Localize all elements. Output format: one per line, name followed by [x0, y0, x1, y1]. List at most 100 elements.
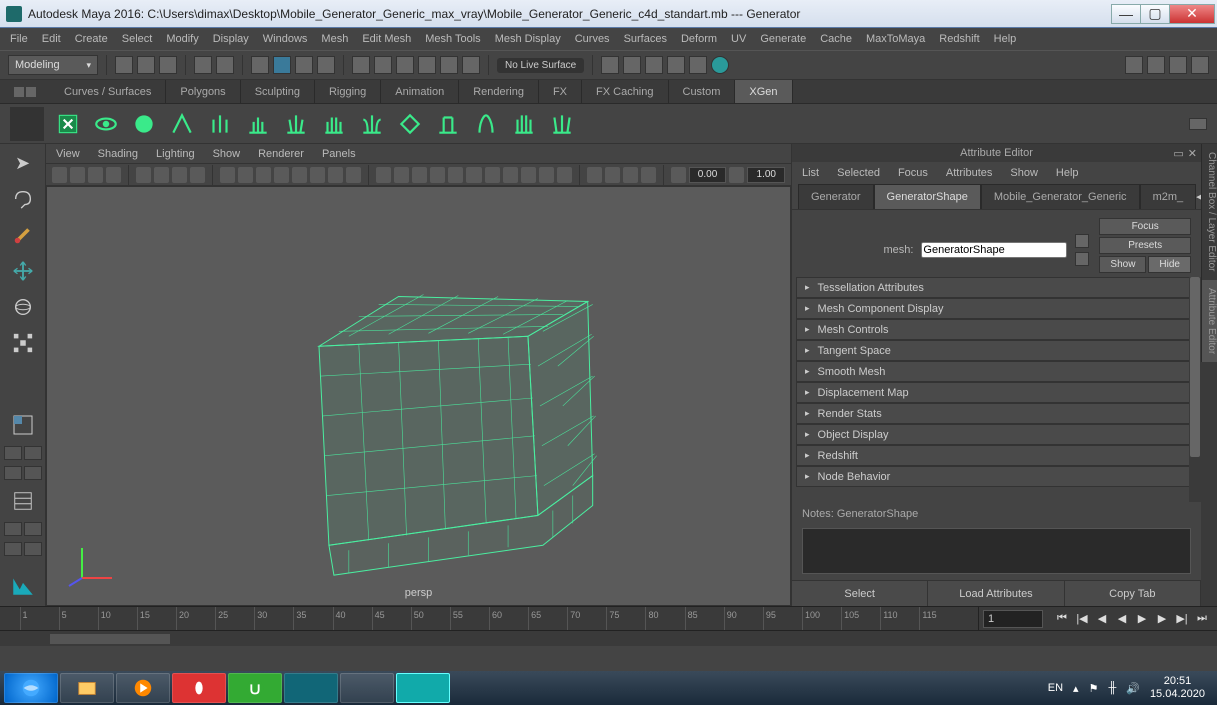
scale-tool-icon[interactable] [7, 328, 39, 358]
step-forward-key-icon[interactable]: ▶| [1173, 610, 1191, 628]
vp-icon[interactable] [557, 167, 572, 183]
select-button[interactable]: Select [792, 581, 928, 606]
shelf-menu-icon[interactable] [26, 87, 36, 97]
taskbar-app-ie[interactable] [4, 673, 58, 703]
vp-icon[interactable] [521, 167, 536, 183]
panel-layout-icon[interactable] [1125, 56, 1143, 74]
panel-layout-icon[interactable] [1169, 56, 1187, 74]
viewport[interactable]: persp [46, 186, 791, 606]
vp-icon[interactable] [106, 167, 121, 183]
menu-item[interactable]: Deform [681, 33, 717, 45]
ae-menu-item[interactable]: Selected [837, 167, 880, 179]
vp-icon[interactable] [394, 167, 409, 183]
hide-button[interactable]: Hide [1148, 256, 1191, 273]
ae-section[interactable]: Render Stats [796, 403, 1191, 424]
lasso-tool-icon[interactable] [7, 184, 39, 214]
ae-tab[interactable]: GeneratorShape [874, 184, 981, 209]
vp-icon[interactable] [190, 167, 205, 183]
step-back-icon[interactable]: ◀ [1093, 610, 1111, 628]
play-back-icon[interactable]: ◀ [1113, 610, 1131, 628]
shelf-tab[interactable]: Sculpting [241, 80, 315, 103]
menu-item[interactable]: Cache [820, 33, 852, 45]
move-tool-icon[interactable] [7, 256, 39, 286]
vp-icon[interactable] [430, 167, 445, 183]
xgen-tool-icon[interactable] [358, 110, 386, 138]
ae-section[interactable]: Mesh Controls [796, 319, 1191, 340]
tray-flag-icon[interactable]: ⚑ [1089, 682, 1099, 695]
xgen-tool-icon[interactable] [548, 110, 576, 138]
vp-icon[interactable] [238, 167, 253, 183]
go-to-start-icon[interactable]: ⏮ [1053, 610, 1071, 628]
taskbar-app-maya[interactable] [396, 673, 450, 703]
vp-icon[interactable] [274, 167, 289, 183]
menu-item[interactable]: Mesh [321, 33, 348, 45]
vp-icon[interactable] [729, 167, 744, 183]
ae-section[interactable]: Displacement Map [796, 382, 1191, 403]
focus-button[interactable]: Focus [1099, 218, 1191, 235]
ae-menu-item[interactable]: Help [1056, 167, 1079, 179]
vp-icon[interactable] [605, 167, 620, 183]
xgen-tool-icon[interactable] [510, 110, 538, 138]
xgen-tool-icon[interactable] [244, 110, 272, 138]
tray-up-icon[interactable]: ▴ [1073, 682, 1079, 695]
construction-icon[interactable] [374, 56, 392, 74]
copy-tab-button[interactable]: Copy Tab [1065, 581, 1201, 606]
ae-menu-item[interactable]: Show [1010, 167, 1038, 179]
taskbar-app-opera[interactable] [172, 673, 226, 703]
select-tool-icon[interactable]: ➤ [7, 148, 39, 178]
xgen-tool-icon[interactable] [396, 110, 424, 138]
time-slider[interactable]: 1510152025303540455055606570758085909510… [0, 606, 1217, 630]
menu-item[interactable]: Mesh Tools [425, 33, 480, 45]
range-bar[interactable] [50, 634, 170, 644]
layout-preset-icon[interactable] [4, 522, 22, 536]
xgen-icon[interactable] [54, 110, 82, 138]
viewport-exposure-field[interactable]: 0.00 [689, 167, 727, 183]
construction-icon[interactable] [352, 56, 370, 74]
outliner-icon[interactable] [7, 486, 39, 516]
language-indicator[interactable]: EN [1048, 682, 1063, 694]
shelf-tab[interactable]: Polygons [166, 80, 240, 103]
notes-field[interactable] [802, 528, 1191, 574]
step-back-key-icon[interactable]: |◀ [1073, 610, 1091, 628]
render-icon[interactable] [601, 56, 619, 74]
scrollbar[interactable] [1189, 277, 1201, 502]
shelf-scroll-up-icon[interactable] [1189, 118, 1207, 130]
panel-layout-icon[interactable] [1147, 56, 1165, 74]
shelf-tab[interactable]: Curves / Surfaces [50, 80, 166, 103]
render-settings-icon[interactable] [645, 56, 663, 74]
new-scene-icon[interactable] [115, 56, 133, 74]
xgen-tool-icon[interactable] [206, 110, 234, 138]
vp-icon[interactable] [466, 167, 481, 183]
vp-icon[interactable] [256, 167, 271, 183]
vp-menu-item[interactable]: Renderer [258, 148, 304, 160]
attribute-editor-tab[interactable]: Attribute Editor [1201, 280, 1217, 362]
ae-section[interactable]: Tangent Space [796, 340, 1191, 361]
presets-icon[interactable] [1075, 252, 1089, 266]
xgen-tool-icon[interactable] [434, 110, 462, 138]
menu-item[interactable]: Edit [42, 33, 61, 45]
save-scene-icon[interactable] [159, 56, 177, 74]
shelf-tab[interactable]: FX Caching [582, 80, 668, 103]
construction-icon[interactable] [418, 56, 436, 74]
layout-preset-icon[interactable] [4, 466, 22, 480]
construction-icon[interactable] [462, 56, 480, 74]
snap-grid-icon[interactable] [273, 56, 291, 74]
rotate-tool-icon[interactable] [7, 292, 39, 322]
menu-item[interactable]: Surfaces [624, 33, 667, 45]
range-slider[interactable] [0, 630, 1217, 646]
vp-icon[interactable] [623, 167, 638, 183]
ae-tab[interactable]: m2m_ [1140, 184, 1197, 209]
panel-undock-icon[interactable]: ▭ [1173, 147, 1183, 160]
vp-menu-item[interactable]: Panels [322, 148, 356, 160]
ae-menu-item[interactable]: Attributes [946, 167, 992, 179]
ae-section[interactable]: Node Behavior [796, 466, 1191, 487]
open-scene-icon[interactable] [137, 56, 155, 74]
play-forward-icon[interactable]: ▶ [1133, 610, 1151, 628]
xgen-tool-icon[interactable] [282, 110, 310, 138]
system-clock[interactable]: 20:51 15.04.2020 [1150, 675, 1205, 701]
xgen-tool-icon[interactable] [168, 110, 196, 138]
taskbar-app-utorrent[interactable] [228, 673, 282, 703]
vp-icon[interactable] [448, 167, 463, 183]
shelf-menu-icon[interactable] [14, 87, 24, 97]
vp-icon[interactable] [220, 167, 235, 183]
